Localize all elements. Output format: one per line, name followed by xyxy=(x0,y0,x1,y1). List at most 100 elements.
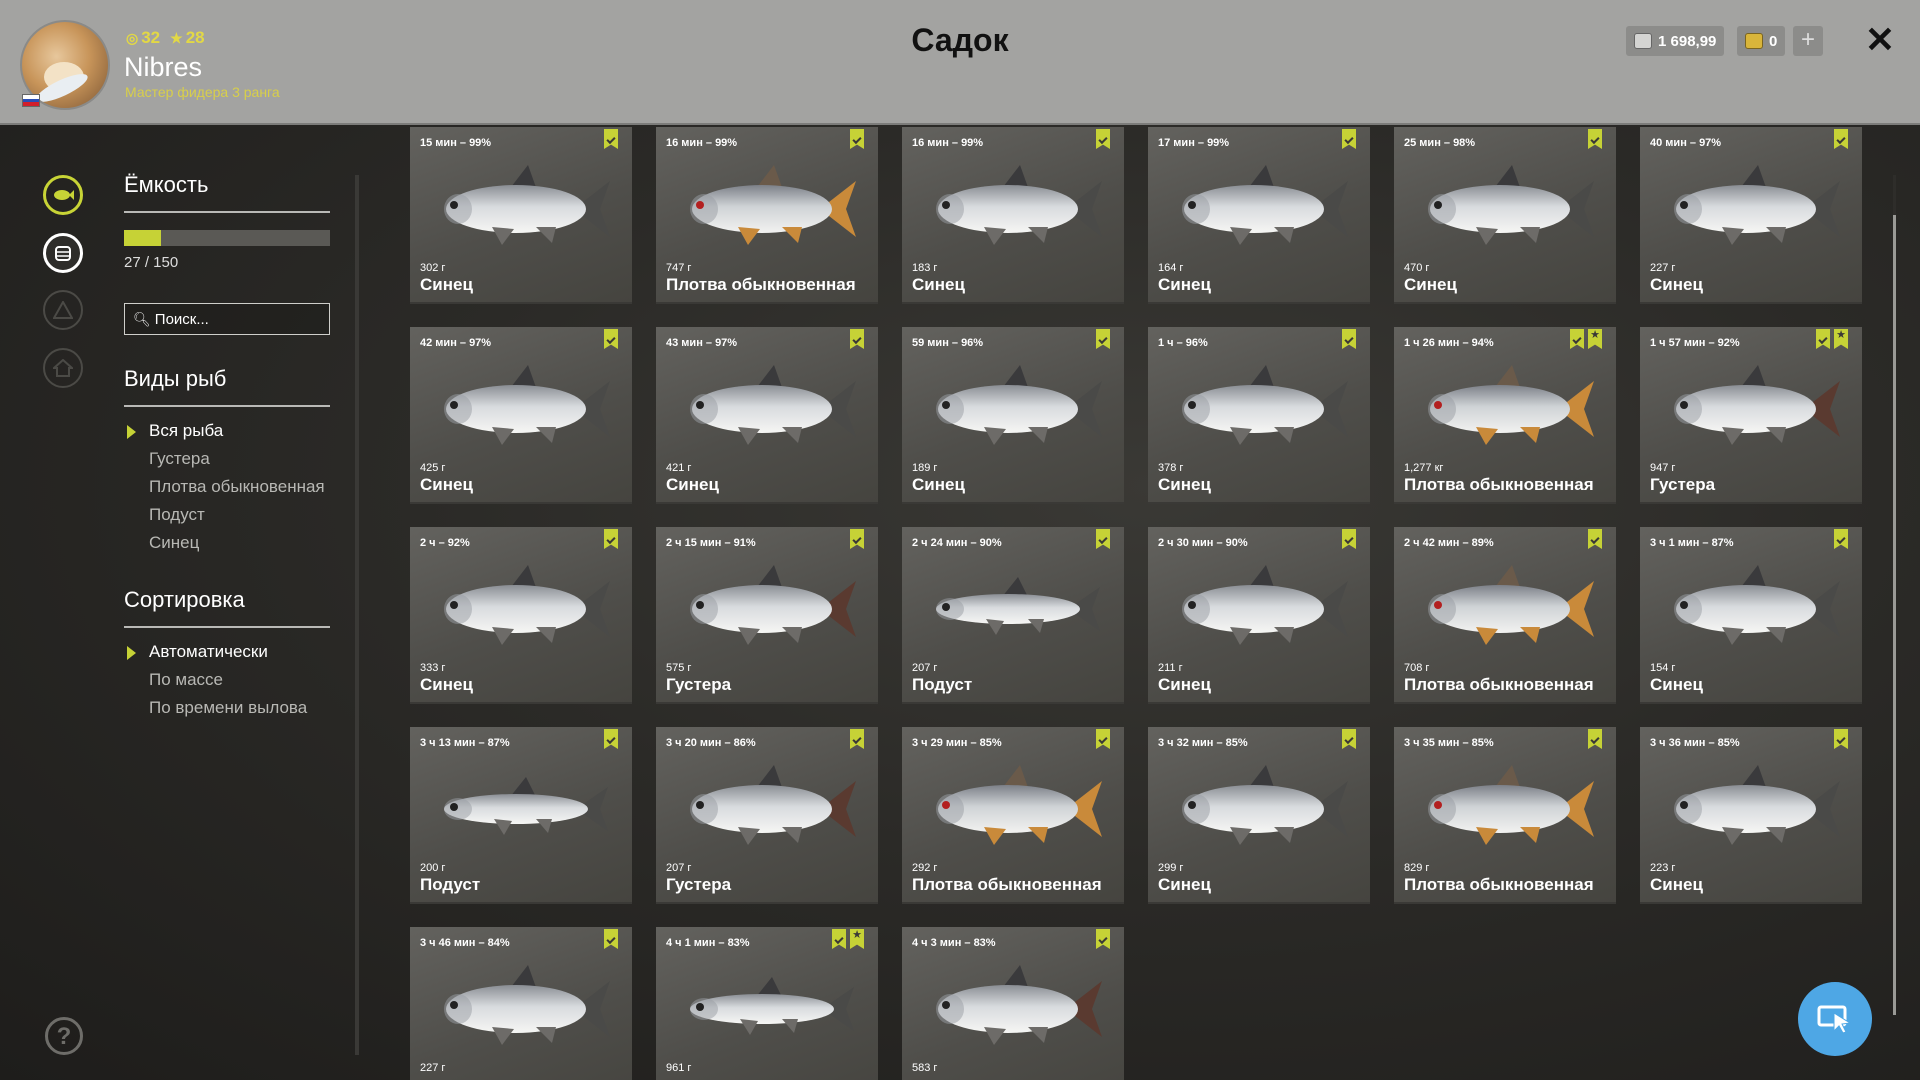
close-icon[interactable]: ✕ xyxy=(1862,20,1898,60)
catch-time: 3 ч 32 мин – 85% xyxy=(1158,737,1248,749)
camp-icon[interactable] xyxy=(43,290,83,330)
fish-card[interactable]: 1 ч 26 мин – 94% ★ 1,277 кг Плотва обыкнове… xyxy=(1394,327,1616,504)
fish-weight: 378 г xyxy=(1158,462,1184,474)
fish-card[interactable]: 2 ч 30 мин – 90% 211 г Синец xyxy=(1148,527,1370,704)
bookmark-check-icon[interactable] xyxy=(1096,129,1110,149)
stars-badge: ★ 28 xyxy=(170,28,205,47)
bookmark-check-icon[interactable] xyxy=(1570,329,1584,349)
fish-card[interactable]: 59 мин – 96% 189 г Синец xyxy=(902,327,1124,504)
fish-card[interactable]: 4 ч 3 мин – 83% 583 г xyxy=(902,927,1124,1080)
bookmark-check-icon[interactable] xyxy=(1588,529,1602,549)
fish-card[interactable]: 16 мин – 99% 183 г Синец xyxy=(902,127,1124,304)
bookmark-check-icon[interactable] xyxy=(1096,929,1110,949)
species-title: Виды рыб xyxy=(124,366,227,391)
search-input[interactable]: 🔍︎ Поиск... xyxy=(124,303,330,335)
bookmark-check-icon[interactable] xyxy=(1816,329,1830,349)
home-icon[interactable] xyxy=(43,348,83,388)
fish-weight: 154 г xyxy=(1650,662,1676,674)
fish-weight: 207 г xyxy=(666,862,692,874)
bookmark-check-icon[interactable] xyxy=(1834,129,1848,149)
species-filter-option[interactable]: Синец xyxy=(149,533,199,553)
species-filter-option[interactable]: Вся рыба xyxy=(149,421,223,441)
fish-card[interactable]: 3 ч 32 мин – 85% 299 г Синец xyxy=(1148,727,1370,904)
bookmark-check-icon[interactable] xyxy=(850,529,864,549)
catch-time: 3 ч 1 мин – 87% xyxy=(1650,537,1734,549)
fish-card[interactable]: 1 ч 57 мин – 92% ★ 947 г Густера xyxy=(1640,327,1862,504)
card-flags xyxy=(1096,129,1110,149)
selected-arrow-icon xyxy=(127,646,136,660)
fish-card[interactable]: 17 мин – 99% 164 г Синец xyxy=(1148,127,1370,304)
nase-fish-icon xyxy=(690,977,854,1035)
panel-scrollbar[interactable] xyxy=(355,175,359,1055)
species-filter-option[interactable]: Плотва обыкновенная xyxy=(149,477,325,497)
plus-icon[interactable]: + xyxy=(1793,26,1823,56)
bookmark-check-icon[interactable] xyxy=(1342,129,1356,149)
bookmark-star-icon: ★ xyxy=(1834,329,1848,349)
fish-name: Плотва обыкновенная xyxy=(666,275,856,294)
fish-weight: 164 г xyxy=(1158,262,1184,274)
card-flags xyxy=(604,129,618,149)
species-filter-option[interactable]: Густера xyxy=(149,449,210,469)
fish-card[interactable]: 16 мин – 99% 747 г Плотва обыкновенная xyxy=(656,127,878,304)
bookmark-check-icon[interactable] xyxy=(604,329,618,349)
bookmark-check-icon[interactable] xyxy=(604,929,618,949)
fish-card[interactable]: 43 мин – 97% 421 г Синец xyxy=(656,327,878,504)
bookmark-check-icon[interactable] xyxy=(850,129,864,149)
bookmark-check-icon[interactable] xyxy=(1588,129,1602,149)
fish-card[interactable]: 2 ч 15 мин – 91% 575 г Густера xyxy=(656,527,878,704)
bookmark-check-icon[interactable] xyxy=(1588,729,1602,749)
fish-card[interactable]: 25 мин – 98% 470 г Синец xyxy=(1394,127,1616,304)
bookmark-check-icon[interactable] xyxy=(1834,729,1848,749)
bookmark-check-icon[interactable] xyxy=(1096,729,1110,749)
bookmark-check-icon[interactable] xyxy=(604,529,618,549)
fish-card[interactable]: 3 ч 35 мин – 85% 829 г Плотва обыкновенная xyxy=(1394,727,1616,904)
fish-card[interactable]: 3 ч 1 мин – 87% 154 г Синец xyxy=(1640,527,1862,704)
bookmark-check-icon[interactable] xyxy=(1342,529,1356,549)
fish-card[interactable]: 1 ч – 96% 378 г Синец xyxy=(1148,327,1370,504)
fish-card[interactable]: 42 мин – 97% 425 г Синец xyxy=(410,327,632,504)
fish-card[interactable]: 40 мин – 97% 227 г Синец xyxy=(1640,127,1862,304)
fish-card[interactable]: 2 ч 42 мин – 89% 708 г Плотва обыкновенная xyxy=(1394,527,1616,704)
sort-option[interactable]: Автоматически xyxy=(149,642,268,662)
bookmark-check-icon[interactable] xyxy=(1834,529,1848,549)
card-flags xyxy=(850,729,864,749)
keepnet-icon[interactable] xyxy=(43,233,83,273)
sort-option[interactable]: По времени вылова xyxy=(149,698,307,718)
fish-name: Синец xyxy=(1650,875,1703,894)
bookmark-check-icon[interactable] xyxy=(850,329,864,349)
bookmark-check-icon[interactable] xyxy=(604,729,618,749)
sort-option[interactable]: По массе xyxy=(149,670,223,690)
bookmark-check-icon[interactable] xyxy=(1096,529,1110,549)
help-icon[interactable]: ? xyxy=(45,1017,83,1055)
catch-time: 3 ч 36 мин – 85% xyxy=(1650,737,1740,749)
fish-card[interactable]: 15 мин – 99% 302 г Синец xyxy=(410,127,632,304)
bookmark-check-icon[interactable] xyxy=(1342,329,1356,349)
species-filter-option[interactable]: Подуст xyxy=(149,505,205,525)
fish-card[interactable]: 3 ч 20 мин – 86% 207 г Густера xyxy=(656,727,878,904)
fish-card[interactable]: 4 ч 1 мин – 83% ★ 961 г xyxy=(656,927,878,1080)
fish-card[interactable]: 3 ч 46 мин – 84% 227 г xyxy=(410,927,632,1080)
bookmark-check-icon[interactable] xyxy=(1096,329,1110,349)
sort-title: Сортировка xyxy=(124,587,245,612)
card-flags xyxy=(1342,129,1356,149)
card-flags xyxy=(604,529,618,549)
catch-time: 2 ч 24 мин – 90% xyxy=(912,537,1002,549)
fish-card[interactable]: 3 ч 13 мин – 87% 200 г Подуст xyxy=(410,727,632,904)
catch-time: 16 мин – 99% xyxy=(912,137,984,149)
fish-weight: 583 г xyxy=(912,1062,938,1074)
catch-time: 40 мин – 97% xyxy=(1650,137,1722,149)
fish-card[interactable]: 2 ч – 92% 333 г Синец xyxy=(410,527,632,704)
bookmark-check-icon[interactable] xyxy=(832,929,846,949)
grid-scrollbar-thumb[interactable] xyxy=(1893,215,1896,1015)
fish-name: Подуст xyxy=(420,875,481,894)
bookmark-check-icon[interactable] xyxy=(1342,729,1356,749)
bookmark-check-icon[interactable] xyxy=(604,129,618,149)
fish-card[interactable]: 3 ч 29 мин – 85% 292 г Плотва обыкновенная xyxy=(902,727,1124,904)
bookmark-check-icon[interactable] xyxy=(850,729,864,749)
catch-time: 17 мин – 99% xyxy=(1158,137,1230,149)
fish-weight: 708 г xyxy=(1404,662,1430,674)
fish-icon[interactable] xyxy=(43,175,83,215)
fish-card[interactable]: 2 ч 24 мин – 90% 207 г Подуст xyxy=(902,527,1124,704)
cursor-mode-button[interactable] xyxy=(1798,982,1872,1056)
fish-card[interactable]: 3 ч 36 мин – 85% 223 г Синец xyxy=(1640,727,1862,904)
